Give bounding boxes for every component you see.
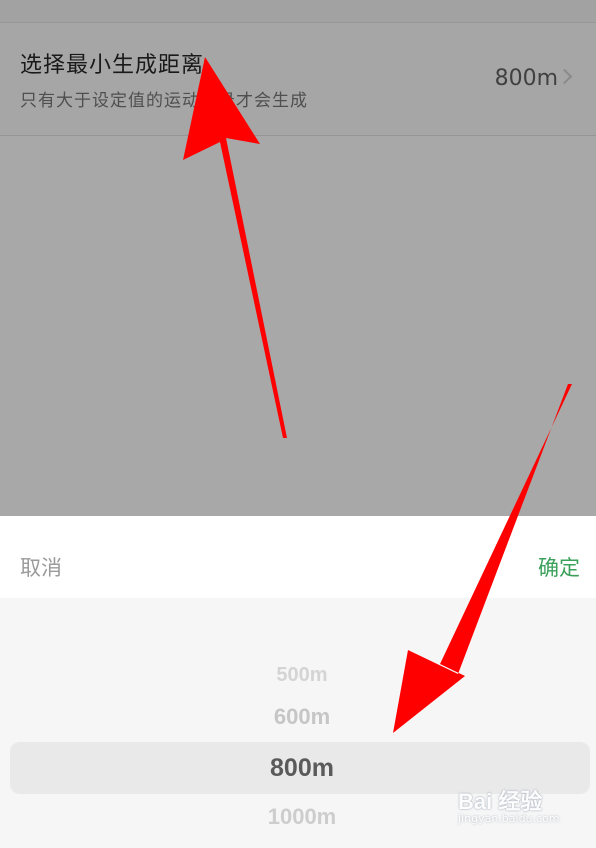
setting-value: 800m [494, 66, 558, 91]
setting-subtitle: 只有大于设定值的运动记录才会生成 [20, 91, 308, 111]
chevron-right-icon [556, 68, 573, 85]
picker-toolbar: 取消 确定 [0, 516, 596, 598]
cancel-button[interactable]: 取消 [20, 552, 62, 582]
baidu-jingyan-watermark: Bai 经验 jingyan.baidu.com [452, 782, 582, 832]
picker-option-500m[interactable]: 500m [4, 664, 596, 687]
min-distance-setting-row[interactable]: 选择最小生成距离 只有大于设定值的运动记录才会生成 800m [0, 23, 596, 136]
watermark-url: jingyan.baidu.com [458, 812, 560, 825]
picker-option-800m-selected[interactable]: 800m [4, 754, 596, 783]
header-strip [0, 0, 596, 23]
picker-option-600m[interactable]: 600m [4, 704, 596, 730]
setting-title: 选择最小生成距离 [20, 53, 205, 78]
confirm-button[interactable]: 确定 [538, 552, 580, 582]
dimmed-backdrop[interactable]: 选择最小生成距离 只有大于设定值的运动记录才会生成 800m [0, 0, 596, 516]
